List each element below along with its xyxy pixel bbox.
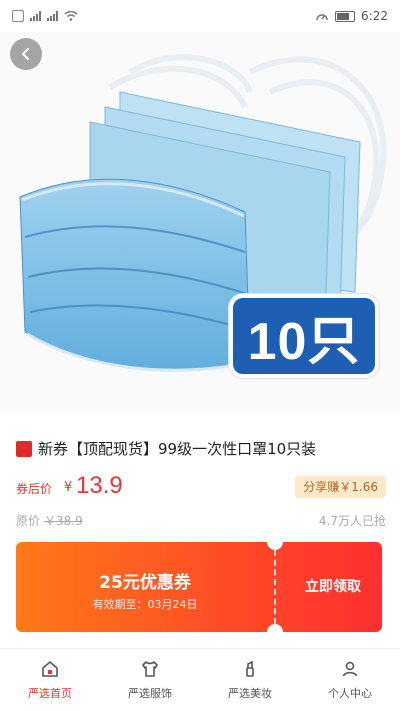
claim-coupon-button[interactable]: 立即领取 [284, 576, 382, 596]
tab-profile-label: 个人中心 [328, 687, 372, 700]
original-price-label: 原价 [16, 514, 41, 528]
tab-profile[interactable]: 个人中心 [300, 649, 400, 711]
coupon-amount: 25元优惠券 [99, 573, 191, 593]
tab-home[interactable]: 严选首页 [0, 649, 100, 711]
back-button[interactable] [10, 38, 42, 70]
price-currency: ¥ [64, 480, 73, 495]
signal-icon-2 [47, 11, 58, 21]
sim-icon [12, 10, 24, 22]
status-bar: 6:22 [0, 0, 400, 32]
coupon-info: 25元优惠券 有效期至：03月24日 [16, 542, 274, 632]
coupon-expiry: 有效期至：03月24日 [92, 598, 198, 611]
tab-makeup-label: 严选美妆 [228, 687, 272, 700]
bottom-tab-bar: 严选首页 严选服饰 严选美妆 个人中心 [0, 648, 400, 711]
sold-count: 4.7万人已抢 [318, 514, 386, 528]
tab-apparel[interactable]: 严选服饰 [100, 649, 200, 711]
shirt-icon [142, 661, 158, 677]
chevron-left-icon [22, 48, 29, 60]
original-price-value: ￥38.9 [44, 514, 83, 528]
status-left [12, 10, 78, 22]
status-time: 6:22 [361, 9, 388, 23]
battery-icon [335, 10, 356, 22]
tab-makeup[interactable]: 严选美妆 [200, 649, 300, 711]
product-title-row: 新券【顶配现货】99级一次性口罩10只装 [16, 438, 386, 459]
status-right: 6:22 [315, 9, 388, 23]
price-label: 券后价 [16, 482, 53, 496]
wifi-icon [64, 11, 78, 21]
price-row: 券后价 ¥ 13.9 分享赚￥1.66 [16, 472, 386, 502]
coupon-card[interactable]: 25元优惠券 有效期至：03月24日 立即领取 [16, 542, 382, 632]
coupon-notch-bottom [267, 624, 283, 632]
product-title: 新券【顶配现货】99级一次性口罩10只装 [38, 440, 317, 458]
speed-icon [316, 14, 328, 21]
store-tag-icon [16, 440, 32, 457]
original-price-row: 原价 ￥38.9 4.7万人已抢 [16, 512, 386, 530]
home-icon [42, 660, 58, 677]
price-value: 13.9 [76, 472, 123, 499]
quantity-badge: 10只 [229, 294, 379, 378]
signal-icon [30, 11, 41, 21]
coupon-divider [274, 550, 276, 624]
user-icon [342, 661, 358, 677]
tab-apparel-label: 严选服饰 [128, 687, 172, 700]
share-earn-button[interactable]: 分享赚￥1.66 [295, 476, 386, 498]
makeup-icon [246, 660, 254, 677]
tab-home-label: 严选首页 [28, 687, 72, 700]
